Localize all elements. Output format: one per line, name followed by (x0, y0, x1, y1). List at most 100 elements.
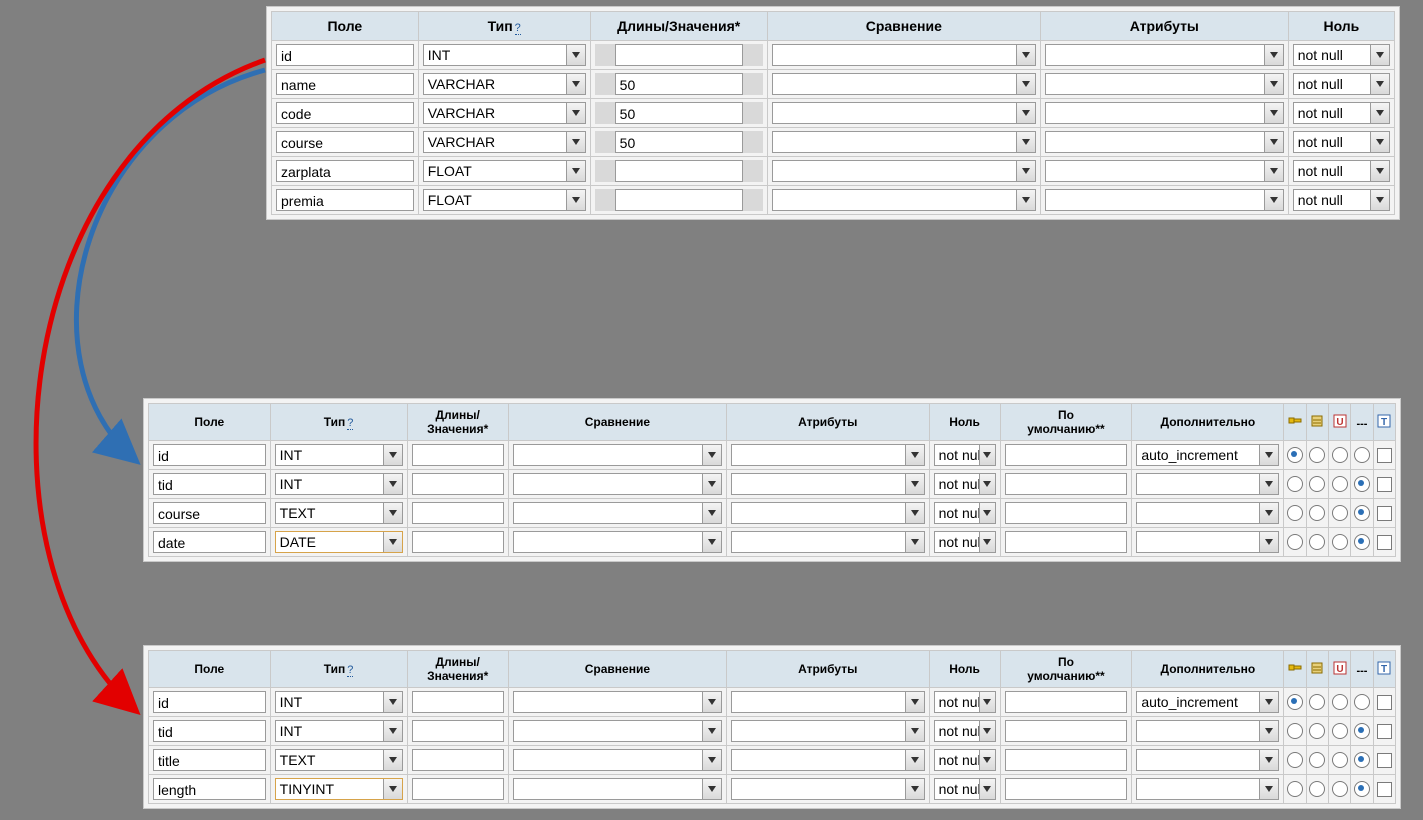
collation-select[interactable] (513, 720, 722, 742)
index-radio[interactable] (1287, 447, 1303, 463)
type-select[interactable]: TEXT (275, 502, 403, 524)
type-select[interactable]: TINYINT (275, 778, 403, 800)
index-radio[interactable] (1332, 447, 1348, 463)
extra-select[interactable] (1136, 502, 1279, 524)
collation-select[interactable] (513, 473, 722, 495)
length-input[interactable]: 50 (615, 73, 743, 95)
index-radio[interactable] (1287, 752, 1303, 768)
index-radio[interactable] (1309, 723, 1325, 739)
null-select[interactable]: not null (934, 720, 996, 742)
fulltext-checkbox[interactable] (1377, 535, 1392, 550)
help-icon[interactable]: ? (347, 664, 353, 677)
attributes-select[interactable] (731, 720, 925, 742)
collation-select[interactable] (513, 502, 722, 524)
index-radio[interactable] (1309, 505, 1325, 521)
index-radio[interactable] (1309, 447, 1325, 463)
index-radio[interactable] (1332, 505, 1348, 521)
default-input[interactable] (1005, 720, 1128, 742)
default-input[interactable] (1005, 502, 1128, 524)
default-input[interactable] (1005, 778, 1128, 800)
length-input[interactable] (412, 473, 504, 495)
index-radio[interactable] (1309, 476, 1325, 492)
type-select[interactable]: VARCHAR (423, 131, 586, 153)
type-select[interactable]: VARCHAR (423, 102, 586, 124)
index-radio[interactable] (1354, 781, 1370, 797)
fulltext-checkbox[interactable] (1377, 448, 1392, 463)
null-select[interactable]: not null (1293, 189, 1390, 211)
collation-select[interactable] (513, 749, 722, 771)
length-input[interactable]: 50 (615, 102, 743, 124)
null-select[interactable]: not null (1293, 73, 1390, 95)
index-radio[interactable] (1354, 752, 1370, 768)
null-select[interactable]: not null (934, 778, 996, 800)
index-radio[interactable] (1354, 723, 1370, 739)
length-input[interactable] (615, 160, 743, 182)
field-input[interactable]: tid (153, 720, 266, 742)
field-input[interactable]: zarplata (276, 160, 414, 182)
attributes-select[interactable] (731, 531, 925, 553)
index-radio[interactable] (1354, 534, 1370, 550)
default-input[interactable] (1005, 691, 1128, 713)
attributes-select[interactable] (1045, 160, 1284, 182)
field-input[interactable]: id (153, 691, 266, 713)
null-select[interactable]: not null (1293, 131, 1390, 153)
field-input[interactable]: tid (153, 473, 266, 495)
type-select[interactable]: FLOAT (423, 160, 586, 182)
null-select[interactable]: not null (1293, 160, 1390, 182)
collation-select[interactable] (513, 691, 722, 713)
length-input[interactable] (412, 778, 504, 800)
default-input[interactable] (1005, 749, 1128, 771)
attributes-select[interactable] (1045, 44, 1284, 66)
collation-select[interactable] (772, 73, 1036, 95)
null-select[interactable]: not null (934, 473, 996, 495)
index-radio[interactable] (1332, 476, 1348, 492)
index-radio[interactable] (1287, 781, 1303, 797)
field-input[interactable]: length (153, 778, 266, 800)
attributes-select[interactable] (731, 502, 925, 524)
index-radio[interactable] (1354, 694, 1370, 710)
field-input[interactable]: course (276, 131, 414, 153)
field-input[interactable]: id (276, 44, 414, 66)
null-select[interactable]: not null (934, 531, 996, 553)
length-input[interactable] (615, 44, 743, 66)
attributes-select[interactable] (731, 473, 925, 495)
type-select[interactable]: INT (275, 473, 403, 495)
null-select[interactable]: not null (934, 502, 996, 524)
length-input[interactable] (412, 720, 504, 742)
fulltext-checkbox[interactable] (1377, 506, 1392, 521)
index-radio[interactable] (1287, 723, 1303, 739)
collation-select[interactable] (772, 160, 1036, 182)
index-radio[interactable] (1287, 505, 1303, 521)
field-input[interactable]: date (153, 531, 266, 553)
index-radio[interactable] (1332, 694, 1348, 710)
collation-select[interactable] (772, 44, 1036, 66)
type-select[interactable]: TEXT (275, 749, 403, 771)
type-select[interactable]: INT (423, 44, 586, 66)
length-input[interactable] (412, 502, 504, 524)
type-select[interactable]: INT (275, 691, 403, 713)
index-radio[interactable] (1354, 505, 1370, 521)
default-input[interactable] (1005, 444, 1128, 466)
collation-select[interactable] (513, 444, 722, 466)
attributes-select[interactable] (1045, 73, 1284, 95)
index-radio[interactable] (1332, 752, 1348, 768)
default-input[interactable] (1005, 473, 1128, 495)
index-radio[interactable] (1354, 447, 1370, 463)
fulltext-checkbox[interactable] (1377, 695, 1392, 710)
length-input[interactable] (412, 444, 504, 466)
extra-select[interactable]: auto_increment (1136, 691, 1279, 713)
default-input[interactable] (1005, 531, 1128, 553)
attributes-select[interactable] (1045, 102, 1284, 124)
collation-select[interactable] (772, 102, 1036, 124)
null-select[interactable]: not null (934, 749, 996, 771)
type-select[interactable]: VARCHAR (423, 73, 586, 95)
length-input[interactable]: 50 (615, 131, 743, 153)
null-select[interactable]: not null (934, 691, 996, 713)
field-input[interactable]: title (153, 749, 266, 771)
extra-select[interactable]: auto_increment (1136, 444, 1279, 466)
length-input[interactable] (615, 189, 743, 211)
help-icon[interactable]: ? (347, 417, 353, 430)
index-radio[interactable] (1309, 694, 1325, 710)
attributes-select[interactable] (731, 778, 925, 800)
fulltext-checkbox[interactable] (1377, 477, 1392, 492)
